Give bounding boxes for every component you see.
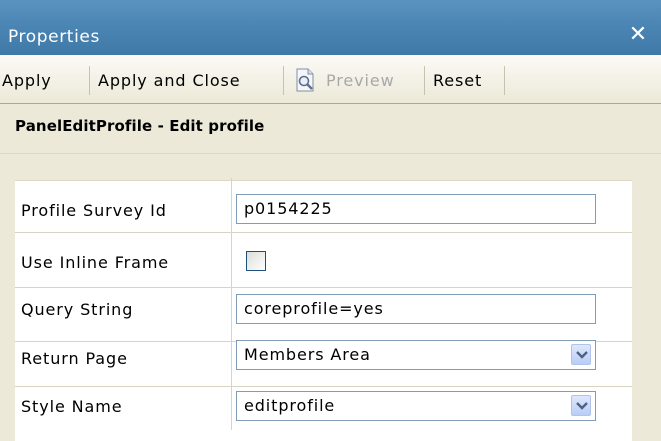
style-name-label: Style Name	[21, 397, 123, 416]
use-inline-frame-checkbox[interactable]	[246, 251, 266, 271]
grid-row-divider	[15, 232, 632, 233]
toolbar: Apply Apply and Close Preview Reset	[0, 55, 661, 104]
profile-survey-id-label: Profile Survey Id	[21, 201, 167, 220]
grid-column-divider	[231, 178, 232, 430]
panel-header: PanelEditProfile - Edit profile	[0, 104, 661, 154]
apply-button[interactable]: Apply	[2, 66, 90, 95]
reset-button[interactable]: Reset	[433, 66, 505, 95]
properties-titlebar: Properties ✕	[0, 0, 661, 55]
chevron-down-icon[interactable]	[571, 344, 591, 365]
return-page-label: Return Page	[21, 349, 128, 368]
return-page-value: Members Area	[244, 345, 371, 364]
query-string-label: Query String	[21, 300, 134, 319]
window-title: Properties	[8, 27, 100, 47]
return-page-select[interactable]: Members Area	[236, 340, 596, 370]
apply-and-close-button[interactable]: Apply and Close	[98, 66, 284, 95]
profile-survey-id-input[interactable]: p0154225	[236, 194, 596, 224]
chevron-down-icon[interactable]	[571, 395, 591, 416]
preview-button[interactable]: Preview	[294, 66, 425, 95]
close-icon[interactable]: ✕	[626, 24, 650, 48]
style-name-value: editprofile	[244, 396, 336, 415]
apply-label: Apply	[2, 71, 52, 90]
reset-label: Reset	[433, 71, 483, 90]
preview-label: Preview	[326, 71, 395, 90]
grid-row-divider	[15, 287, 632, 288]
apply-and-close-label: Apply and Close	[98, 71, 241, 90]
use-inline-frame-label: Use Inline Frame	[21, 253, 170, 272]
panel-title: PanelEditProfile - Edit profile	[15, 117, 265, 135]
document-magnifier-icon	[294, 68, 318, 93]
style-name-select[interactable]: editprofile	[236, 391, 596, 421]
grid-row-divider	[15, 386, 632, 387]
query-string-input[interactable]: coreprofile=yes	[236, 294, 596, 324]
